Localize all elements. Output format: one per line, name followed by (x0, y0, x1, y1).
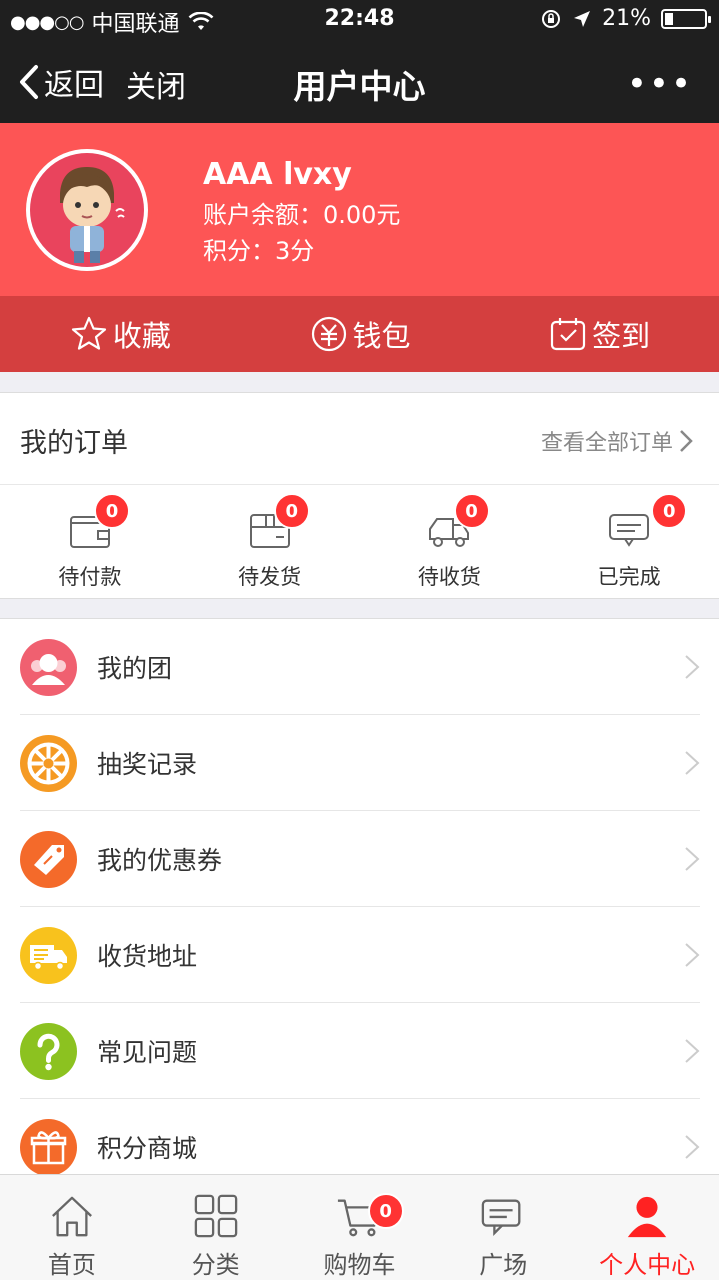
menu-label: 我的团 (97, 654, 173, 683)
person-icon (627, 1196, 667, 1238)
checkin-label: 签到 (592, 319, 651, 353)
order-status-label: 待发货 (238, 565, 302, 589)
order-status-label: 待收货 (417, 565, 481, 589)
tab-label: 个人中心 (599, 1251, 696, 1279)
grid-icon (194, 1194, 237, 1238)
battery-percent: 21% (602, 6, 651, 31)
chevron-right-icon (685, 751, 700, 775)
orders-section: 我的订单 查看全部订单 0 待付款 0 待发货 0 待收货 0 已完成 (0, 392, 719, 599)
menu-item-my-coupons[interactable]: 我的优惠券 (0, 811, 719, 907)
profile-header: AAA lvxy 账户余额：0.00元 积分：3分 (0, 123, 719, 296)
view-all-orders-link[interactable]: 查看全部订单 (541, 425, 693, 457)
lottery-wheel-icon (20, 734, 77, 792)
user-name: AAA lvxy (203, 157, 352, 192)
chevron-right-icon (680, 430, 693, 452)
tab-label: 购物车 (323, 1251, 396, 1279)
location-arrow-icon (574, 10, 591, 27)
tab-personal-center[interactable]: 个人中心 (575, 1175, 719, 1280)
status-bar: ●●●○○ 中国联通 22:48 21% (0, 0, 719, 40)
pending-payment-count: 0 (94, 493, 130, 529)
more-menu-button[interactable]: ••• (627, 64, 693, 104)
chevron-right-icon (685, 655, 700, 679)
order-pending-shipment[interactable]: 0 待发货 (180, 485, 360, 599)
view-all-orders-label: 查看全部订单 (540, 431, 673, 456)
star-icon (71, 316, 106, 350)
tab-label: 首页 (47, 1251, 96, 1279)
points-balance: 积分：3分 (203, 237, 315, 265)
chevron-right-icon (685, 847, 700, 871)
menu-label: 常见问题 (97, 1038, 198, 1067)
menu-label: 积分商城 (97, 1134, 198, 1163)
quick-actions: 收藏 钱包 签到 (0, 296, 719, 372)
order-status-label: 已完成 (597, 565, 661, 589)
wallet-button[interactable]: 钱包 (240, 296, 480, 372)
wallet-yuan-icon (311, 316, 346, 352)
chat-icon (482, 1199, 521, 1237)
favorites-label: 收藏 (112, 319, 171, 353)
tab-square[interactable]: 广场 (431, 1175, 575, 1280)
cart-count-badge: 0 (367, 1193, 404, 1229)
nav-bar: 返回 关闭 用户中心 ••• (0, 40, 719, 123)
wallet-label: 钱包 (352, 319, 411, 353)
coupon-tag-icon (20, 830, 77, 888)
completed-count: 0 (651, 493, 688, 529)
menu-item-shipping-address[interactable]: 收货地址 (0, 907, 719, 1003)
menu-item-faq[interactable]: 常见问题 (0, 1003, 719, 1099)
menu-item-my-group[interactable]: 我的团 (0, 619, 719, 715)
cartoon-boy-avatar-icon (60, 167, 125, 263)
pending-shipment-count: 0 (273, 493, 310, 529)
chevron-right-icon (685, 1135, 700, 1159)
order-status-label: 待付款 (58, 565, 122, 589)
question-icon (20, 1022, 77, 1080)
chevron-right-icon (685, 1039, 700, 1063)
chat-done-icon (609, 514, 650, 547)
order-completed[interactable]: 0 已完成 (539, 485, 719, 599)
menu-item-lottery-records[interactable]: 抽奖记录 (0, 715, 719, 811)
order-pending-receipt[interactable]: 0 待收货 (360, 485, 540, 599)
page-title: 用户中心 (293, 67, 426, 106)
menu-label: 收货地址 (97, 942, 198, 971)
battery-icon (661, 8, 711, 29)
checkin-calendar-icon (551, 318, 586, 351)
menu-list: 我的团 抽奖记录 我的优惠券 收货地址 常见问题 积分商城 (0, 618, 719, 1174)
account-balance: 账户余额：0.00元 (203, 201, 401, 229)
delivery-truck-icon (20, 926, 77, 984)
home-icon (51, 1196, 92, 1237)
bottom-tab-bar: 首页 分类 0 购物车 广场 个人中心 (0, 1174, 719, 1280)
order-pending-payment[interactable]: 0 待付款 (0, 485, 180, 599)
menu-item-points-mall[interactable]: 积分商城 (0, 1099, 719, 1174)
orders-title: 我的订单 (20, 428, 128, 459)
avatar[interactable] (26, 149, 148, 271)
menu-label: 我的优惠券 (97, 846, 223, 875)
pending-receipt-count: 0 (453, 493, 490, 529)
checkin-button[interactable]: 签到 (479, 296, 719, 372)
group-icon (20, 638, 77, 696)
tab-cart[interactable]: 0 购物车 (288, 1175, 432, 1280)
favorites-button[interactable]: 收藏 (0, 296, 240, 372)
rotation-lock-icon (542, 9, 561, 28)
tab-category[interactable]: 分类 (144, 1175, 288, 1280)
tab-label: 广场 (479, 1251, 528, 1279)
gift-icon (20, 1118, 77, 1174)
menu-label: 抽奖记录 (97, 750, 198, 779)
chevron-right-icon (685, 943, 700, 967)
tab-home[interactable]: 首页 (0, 1175, 144, 1280)
tab-label: 分类 (191, 1251, 240, 1279)
